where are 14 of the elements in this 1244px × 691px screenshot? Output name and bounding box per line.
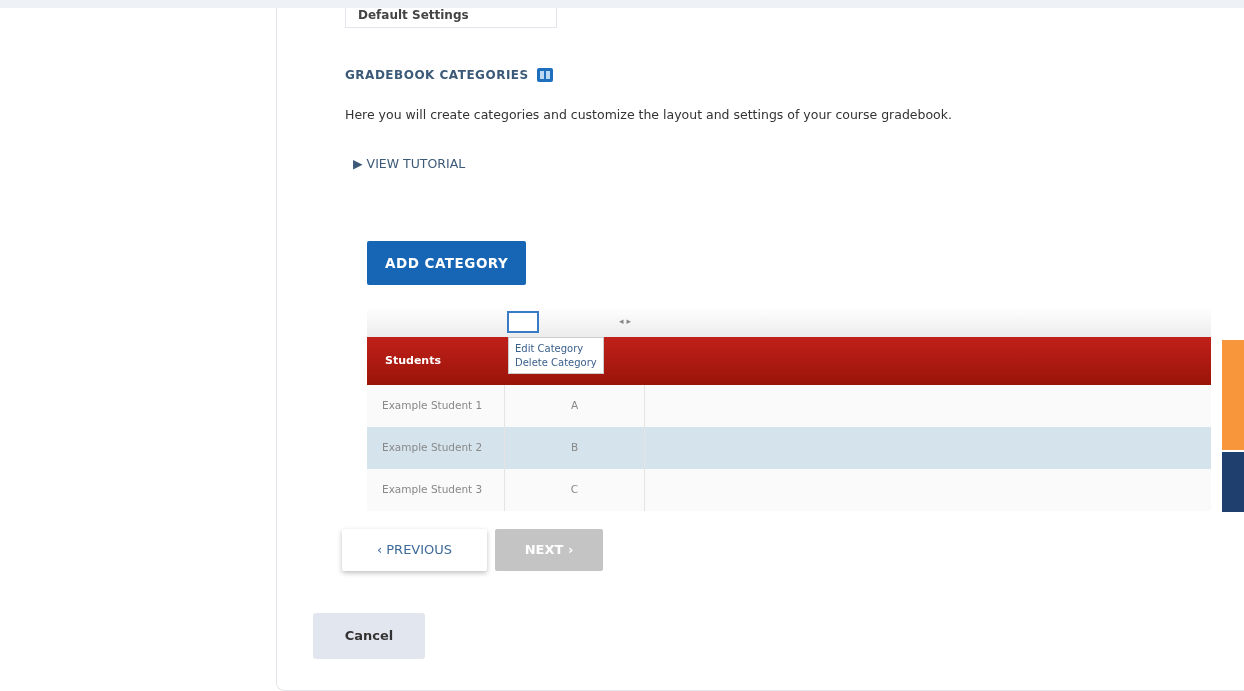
menu-item[interactable]: Delete Category: [515, 355, 597, 369]
student-name: Example Student 3: [367, 469, 505, 511]
section-title: GRADEBOOK CATEGORIES: [345, 67, 529, 84]
previous-button[interactable]: ‹ PREVIOUS: [342, 529, 487, 571]
column-header: Students: [384, 352, 442, 369]
add-category-button[interactable]: ADD CATEGORY: [367, 240, 527, 285]
settings-field[interactable]: Default Settings: [345, 8, 557, 28]
grade-cell: C: [505, 469, 645, 511]
menu-item[interactable]: Edit Category: [515, 342, 597, 356]
column-name-field[interactable]: [507, 311, 539, 333]
cancel-button[interactable]: Cancel: [313, 613, 425, 659]
book-icon[interactable]: [536, 68, 553, 82]
section-description: Here you will create categories and customize the layout and settings of your course gradebook.: [345, 106, 953, 124]
view-tutorial-link[interactable]: ▶ VIEW TUTORIAL: [353, 154, 466, 174]
